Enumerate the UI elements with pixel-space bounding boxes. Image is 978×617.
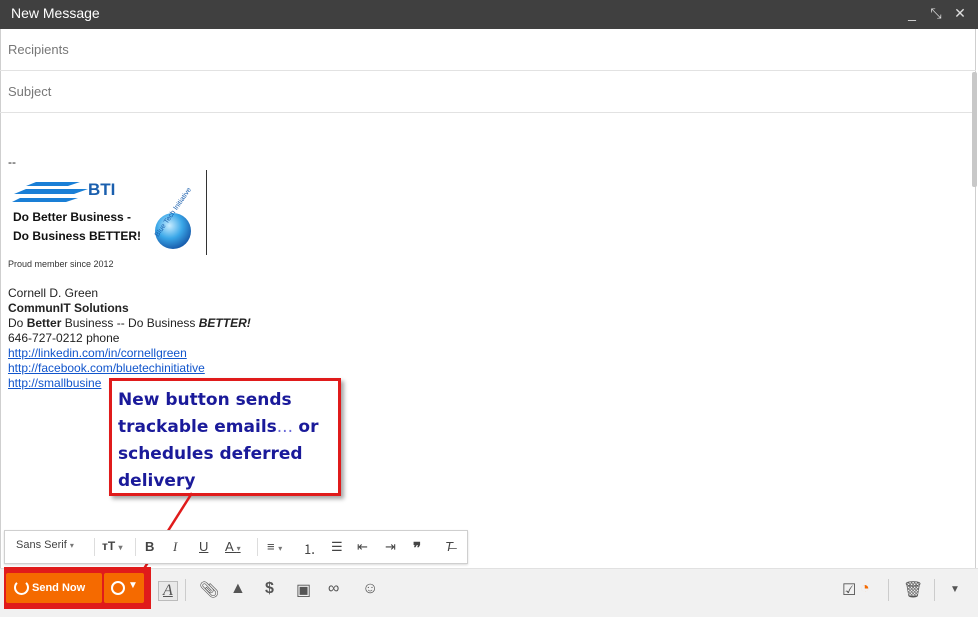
send-now-button[interactable]: Send Now [6, 573, 102, 603]
smallbusiness-link[interactable]: http://smallbusine [8, 376, 101, 390]
drive-icon[interactable]: ▲ [230, 580, 246, 598]
compose-title: New Message [11, 5, 100, 21]
logo-line2: Do Business BETTER! [13, 229, 141, 243]
align-icon[interactable]: ≡ ▾ [267, 539, 282, 554]
linkedin-link[interactable]: http://linkedin.com/in/cornellgreen [8, 346, 187, 360]
quote-icon[interactable]: ❞ [413, 539, 421, 557]
clock-icon [111, 581, 125, 595]
annotation-callout: New button sends trackable emails... or … [109, 378, 341, 496]
logo-line1: Do Better Business - [13, 210, 131, 224]
tracking-check-icon[interactable]: ☑ [842, 580, 856, 600]
signature-contact: Cornell D. Green CommunIT Solutions Do B… [8, 286, 251, 391]
proud-member-text: Proud member since 2012 [8, 259, 114, 269]
bold-button[interactable]: B [145, 539, 154, 554]
formatting-options-button[interactable]: A [158, 581, 178, 601]
close-icon[interactable]: ✕ [952, 5, 968, 22]
logo-divider [206, 170, 207, 255]
tracking-logo-icon[interactable]: ◔ [860, 580, 870, 598]
callout-text: New button sends trackable emails... or … [118, 390, 319, 491]
logo-brand: BTI [88, 180, 115, 199]
italic-button[interactable]: I [173, 539, 177, 555]
compose-titlebar[interactable]: New Message _ ⤡ ✕ [0, 0, 978, 29]
bti-logo-graphic: BTI Do Better Business - Do Business BET… [12, 180, 193, 249]
text-color-button[interactable]: A ▾ [225, 539, 241, 554]
caret-down-icon[interactable]: ▼ [950, 584, 960, 595]
recipients-placeholder: Recipients [8, 42, 69, 57]
formatting-toolbar: Sans Serif ▾ тT ▾ B I U A ▾ ≡ ▾ ⒈ ☰ ⇤ ⇥ … [4, 530, 468, 564]
underline-button[interactable]: U [199, 539, 208, 554]
contact-tagline: Do Better Business -- Do Business BETTER… [8, 316, 251, 330]
facebook-link[interactable]: http://facebook.com/bluetechinitiative [8, 361, 205, 375]
dollar-icon[interactable]: $ [265, 580, 274, 598]
subject-field[interactable]: Subject [0, 71, 976, 113]
send-icon [14, 580, 29, 595]
send-now-label: Send Now [32, 582, 86, 594]
bulleted-list-icon[interactable]: ☰ [331, 539, 343, 555]
scrollbar[interactable] [972, 72, 977, 187]
smiley-icon[interactable]: ☺ [362, 580, 378, 598]
recipients-field[interactable]: Recipients [0, 29, 976, 71]
popout-icon[interactable]: ⤡ [928, 5, 944, 22]
trash-icon[interactable]: 🗑︎ [903, 580, 923, 600]
chevron-down-icon: ▼ [128, 580, 138, 591]
minimize-icon[interactable]: _ [904, 5, 920, 21]
font-select[interactable]: Sans Serif ▾ [16, 539, 74, 551]
indent-more-icon[interactable]: ⇥ [385, 539, 396, 555]
contact-company: CommunIT Solutions [8, 301, 129, 315]
numbered-list-icon[interactable]: ⒈ [303, 539, 316, 558]
text-size-icon[interactable]: тT ▾ [102, 539, 123, 553]
indent-less-icon[interactable]: ⇤ [357, 539, 368, 555]
clear-format-icon[interactable]: T̶ [445, 539, 453, 554]
paperclip-icon[interactable]: 📎︎ [199, 580, 219, 600]
bti-logo: BTI Do Better Business - Do Business BET… [8, 170, 208, 258]
contact-phone: 646-727-0212 phone [8, 331, 120, 345]
subject-placeholder: Subject [8, 84, 52, 99]
schedule-button[interactable]: ▼ [104, 573, 144, 603]
photo-icon[interactable]: ▣ [296, 580, 311, 600]
signature-separator: -- [8, 155, 16, 169]
contact-name: Cornell D. Green [8, 286, 99, 300]
link-icon[interactable]: ∞ [328, 580, 339, 598]
